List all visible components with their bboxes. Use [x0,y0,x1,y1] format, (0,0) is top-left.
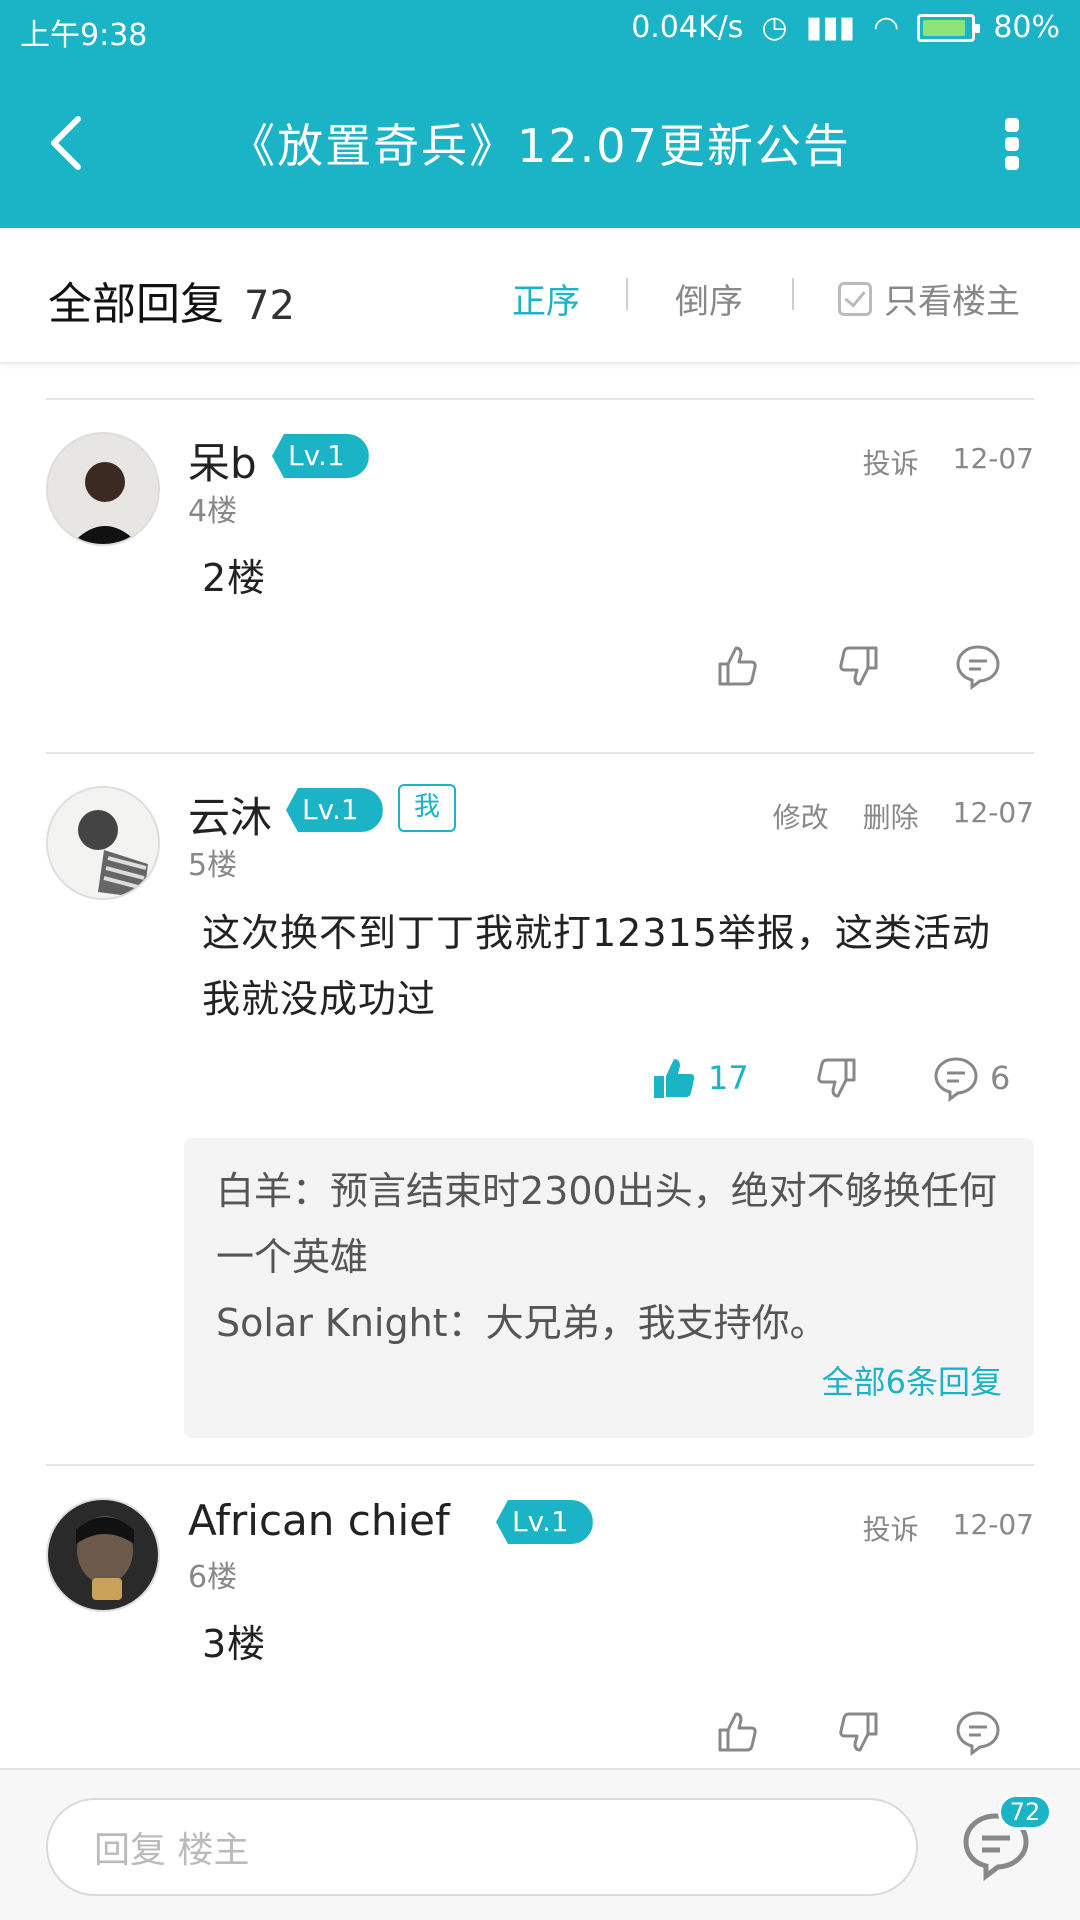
wifi-icon: ◠ [873,10,900,45]
post-content: 这次换不到丁丁我就打12315举报，这类活动我就没成功过 [202,911,991,1021]
page-title: 《放置奇兵》12.07更新公告 [229,119,851,173]
thumbs-up-icon [718,646,757,686]
more-menu-icon[interactable] [1002,118,1022,170]
floor-number: 5楼 [188,848,238,883]
status-right: 0.04K/s ◷ ▮▮▮ ◠ 80% [631,10,1060,45]
comment-icon [956,645,1000,690]
thumbs-up-icon [718,1712,757,1752]
comment-count-badge: 72 [998,1794,1052,1830]
battery-icon [917,13,981,42]
comment-count: 6 [990,1059,1011,1097]
owner-only-toggle[interactable]: 只看楼主 [838,274,1020,323]
floor-number: 6楼 [188,1560,238,1595]
dislike-button[interactable] [834,640,882,692]
app-header: 《放置奇兵》12.07更新公告 [0,58,1080,228]
divider [46,1464,1034,1466]
network-speed: 0.04K/s [631,10,744,45]
status-bar: 上午9:38 0.04K/s ◷ ▮▮▮ ◠ 80% [0,0,1080,58]
comment-icon [934,1057,978,1102]
post-meta: 修改 删除 12-07 [773,796,1034,836]
thumbs-down-icon [839,646,878,686]
like-count: 17 [708,1059,749,1097]
comment-button[interactable] [954,640,1002,692]
reply-item: Solar Knight：大兄弟，我支持你。 [216,1301,828,1345]
status-time: 上午9:38 [20,18,148,53]
comment-button[interactable]: 6 [932,1052,1010,1104]
post-meta: 投诉 12-07 [863,442,1034,482]
avatar[interactable] [46,432,160,546]
battery-percent: 80% [993,10,1060,45]
username[interactable]: African chief [188,1496,450,1545]
like-button[interactable] [714,640,762,692]
dislike-button[interactable] [834,1706,882,1758]
username[interactable]: 云沐 [188,784,272,845]
post-date: 12-07 [952,442,1034,475]
comment-icon [956,1711,1000,1756]
bottom-reply-bar: 回复 楼主 72 [0,1768,1080,1920]
edit-link[interactable]: 修改 [773,796,829,836]
checkbox-icon[interactable] [838,281,872,316]
avatar[interactable] [46,1498,160,1612]
divider [46,752,1034,754]
floor-number: 4楼 [188,494,238,529]
sort-ascending-tab[interactable]: 正序 [512,274,580,323]
reply-item: 白羊：预言结束时2300出头，绝对不够换任何一个英雄 [216,1169,997,1279]
post-content: 2楼 [202,556,267,600]
divider [46,398,1034,400]
report-link[interactable]: 投诉 [863,442,919,482]
reply-count: 72 [244,283,295,329]
thumbs-down-icon [839,1712,878,1752]
post-content: 3楼 [202,1622,267,1666]
username[interactable]: 呆b [188,430,257,491]
thumbs-down-icon [817,1058,856,1098]
level-badge: Lv.1 [272,434,369,478]
like-button[interactable] [714,1706,762,1758]
level-badge: Lv.1 [286,788,383,832]
avatar[interactable] [46,786,160,900]
back-arrow-icon[interactable] [44,113,94,173]
post-meta: 投诉 12-07 [863,1508,1034,1548]
divider [792,278,794,310]
sort-bar: 全部回复 72 正序 倒序 只看楼主 [0,228,1080,364]
like-button[interactable]: 17 [650,1052,749,1104]
owner-only-label: 只看楼主 [884,282,1020,322]
reply-input[interactable]: 回复 楼主 [46,1798,918,1896]
dislike-button[interactable] [812,1052,860,1104]
thumbs-up-icon [654,1059,695,1098]
level-badge: Lv.1 [496,1500,593,1544]
divider [626,278,628,310]
reply-preview[interactable]: 白羊：预言结束时2300出头，绝对不够换任何一个英雄 Solar Knight：… [184,1138,1034,1438]
post-date: 12-07 [952,1508,1034,1541]
alarm-icon: ◷ [761,10,788,45]
report-link[interactable]: 投诉 [863,1508,919,1548]
signal-icon: ▮▮▮ [805,10,856,45]
delete-link[interactable]: 删除 [863,796,919,836]
sort-descending-tab[interactable]: 倒序 [675,274,743,323]
me-badge: 我 [398,784,456,832]
all-replies-label: 全部回复 72 [48,279,295,330]
comment-button[interactable] [954,1706,1002,1758]
post-date: 12-07 [952,796,1034,829]
view-all-replies-link[interactable]: 全部6条回复 [216,1356,1002,1408]
